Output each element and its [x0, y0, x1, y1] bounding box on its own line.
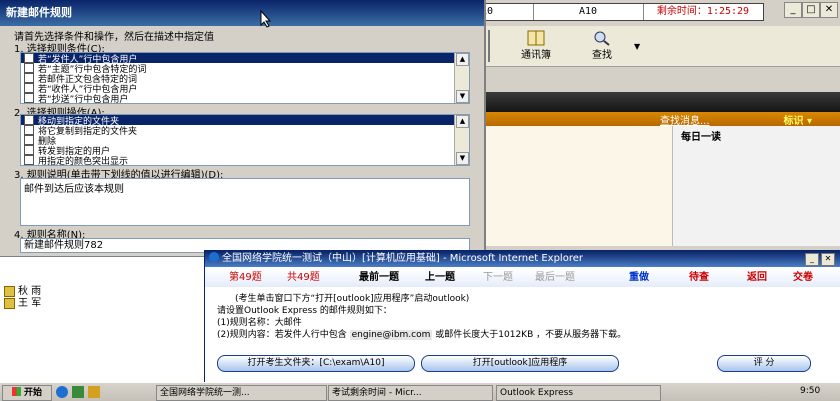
outlook-find-bar: 查找消息... 标识 ▾ — [484, 112, 840, 127]
tag-menu[interactable]: 标识 ▾ — [783, 112, 812, 127]
action-item[interactable]: 移动到指定的文件夹 — [21, 115, 469, 127]
conditions-scrollbar[interactable]: ▲ ▼ — [454, 53, 469, 103]
open-outlook-button[interactable]: 打开[outlook]应用程序 — [421, 355, 619, 372]
exam-footer: 打开考生文件夹：[C:\exam\A10] 打开[outlook]应用程序 评 … — [205, 351, 840, 383]
outlook-toolbar: 通讯簿 查找 ▼ — [484, 26, 840, 67]
windows-logo-icon — [11, 387, 21, 396]
conditions-list[interactable]: 若“发件人”行中包含用户 若“主题”行中包含特定的词 若邮件正文包含特定的词 若… — [20, 52, 470, 104]
condition-item[interactable]: 若“抄送”行中包含用户 — [21, 93, 469, 103]
new-mail-rule-dialog: 新建邮件规则 请首先选择条件和操作，然后在描述中指定值 1. 选择规则条件(C)… — [0, 0, 486, 257]
timer-field-2: A10 — [533, 4, 644, 20]
grade-button[interactable]: 评 分 — [717, 355, 811, 372]
task-button[interactable]: Outlook Express — [496, 385, 661, 401]
find-message-link[interactable]: 查找消息... — [660, 112, 710, 127]
action-item[interactable]: 用指定的颜色突出显示 — [21, 155, 469, 165]
contacts-pane: 秋 雨 王 军 — [0, 246, 205, 382]
condition-checkbox[interactable] — [24, 53, 34, 63]
actions-list[interactable]: 移动到指定的文件夹 将它复制到指定的文件夹 删除 转发到指定的用户 用指定的颜色… — [20, 114, 470, 166]
action-checkbox[interactable] — [24, 125, 34, 135]
first-question-button[interactable]: 最前一题 — [359, 271, 399, 285]
quick-launch-outlook-icon[interactable] — [88, 386, 100, 398]
exam-window-title: 全国网络学院统一测试（中山）[计算机应用基础] - Microsoft Inte… — [205, 251, 840, 267]
contact-icon — [4, 297, 15, 309]
quick-launch-desktop-icon[interactable] — [72, 386, 84, 398]
quick-launch-ie-icon[interactable] — [56, 386, 68, 398]
current-question: 第49题 — [229, 272, 262, 283]
back-button[interactable]: 返回 — [747, 271, 767, 285]
question-line: (2)规则内容：若发件人行中包含 engine@ibm.com 或邮件长度大于1… — [217, 330, 627, 340]
task-button[interactable]: 全国网络学院统一测... — [156, 385, 327, 401]
close-button[interactable]: ✕ — [820, 2, 838, 18]
outlook-banner — [484, 92, 840, 112]
exam-nav-bar: 第49题 共49题 最前一题 上一题 下一题 最后一题 重做 待查 返回 交卷 — [205, 269, 840, 288]
scroll-down-icon[interactable]: ▼ — [456, 90, 469, 103]
action-checkbox[interactable] — [24, 115, 34, 125]
question-text: (考生单击窗口下方“打开[outlook]应用程序”启动outlook) 请设置… — [205, 287, 840, 351]
find-icon — [594, 31, 610, 46]
condition-checkbox[interactable] — [24, 73, 34, 83]
last-question-button[interactable]: 最后一题 — [535, 271, 575, 285]
next-question-button[interactable]: 下一题 — [483, 271, 513, 285]
action-checkbox[interactable] — [24, 155, 34, 165]
condition-item[interactable]: 若“主题”行中包含特定的词 — [21, 63, 469, 75]
condition-checkbox[interactable] — [24, 63, 34, 73]
clock: 9:50 — [800, 386, 821, 396]
address-book-button[interactable]: 通讯簿 — [506, 30, 566, 62]
mouse-cursor-icon — [260, 10, 272, 28]
scroll-up-icon[interactable]: ▲ — [456, 115, 469, 128]
condition-item[interactable]: 若邮件正文包含特定的词 — [21, 73, 469, 85]
actions-scrollbar[interactable]: ▲ ▼ — [454, 115, 469, 165]
find-label: 查找 — [592, 50, 612, 61]
contact-item[interactable]: 王 军 — [4, 294, 41, 309]
action-checkbox[interactable] — [24, 145, 34, 155]
action-item[interactable]: 将它复制到指定的文件夹 — [21, 125, 469, 137]
prev-question-button[interactable]: 上一题 — [425, 271, 455, 285]
submit-button[interactable]: 交卷 — [793, 271, 813, 285]
maximize-button[interactable]: □ — [802, 2, 820, 18]
open-folder-button[interactable]: 打开考生文件夹：[C:\exam\A10] — [217, 355, 415, 372]
total-questions: 共49题 — [287, 272, 320, 283]
task-button[interactable]: 考试剩余时间 - Micr... — [328, 385, 493, 401]
address-book-icon — [527, 30, 545, 46]
taskbar: 开始 全国网络学院统一测... 考试剩余时间 - Micr... Outlook… — [0, 382, 840, 401]
find-dropdown-icon[interactable]: ▼ — [634, 42, 640, 51]
daily-read-panel: 每日一读 — [672, 126, 840, 246]
exam-minimize-button[interactable]: _ — [805, 253, 819, 266]
scroll-up-icon[interactable]: ▲ — [456, 53, 469, 66]
email-highlight: engine@ibm.com — [349, 330, 433, 340]
outlook-content: 每日一读 — [484, 126, 840, 246]
address-book-label: 通讯簿 — [521, 50, 551, 61]
condition-checkbox[interactable] — [24, 83, 34, 93]
rule-description-box[interactable]: 邮件到达后应该本规则 — [20, 178, 470, 226]
toolbar-grip — [488, 30, 490, 62]
condition-item[interactable]: 若“收件人”行中包含用户 — [21, 83, 469, 95]
review-button[interactable]: 待查 — [689, 271, 709, 285]
remaining-time: 剩余时间：1:25:29 — [656, 6, 750, 17]
action-checkbox[interactable] — [24, 135, 34, 145]
redo-button[interactable]: 重做 — [629, 271, 649, 285]
condition-checkbox[interactable] — [24, 93, 34, 103]
rule-description-text: 邮件到达后应该本规则 — [24, 184, 124, 195]
exam-close-button[interactable]: ✕ — [821, 253, 835, 266]
condition-item[interactable]: 若“发件人”行中包含用户 — [21, 53, 469, 65]
action-item[interactable]: 转发到指定的用户 — [21, 145, 469, 157]
scroll-down-icon[interactable]: ▼ — [456, 152, 469, 165]
minimize-button[interactable]: _ — [784, 2, 802, 18]
exam-window: 全国网络学院统一测试（中山）[计算机应用基础] - Microsoft Inte… — [204, 250, 840, 384]
find-button[interactable]: 查找 — [572, 30, 632, 62]
ie-icon — [209, 252, 219, 262]
start-button[interactable]: 开始 — [2, 385, 52, 401]
daily-read-title: 每日一读 — [681, 132, 721, 143]
dialog-title: 新建邮件规则 — [0, 0, 484, 26]
